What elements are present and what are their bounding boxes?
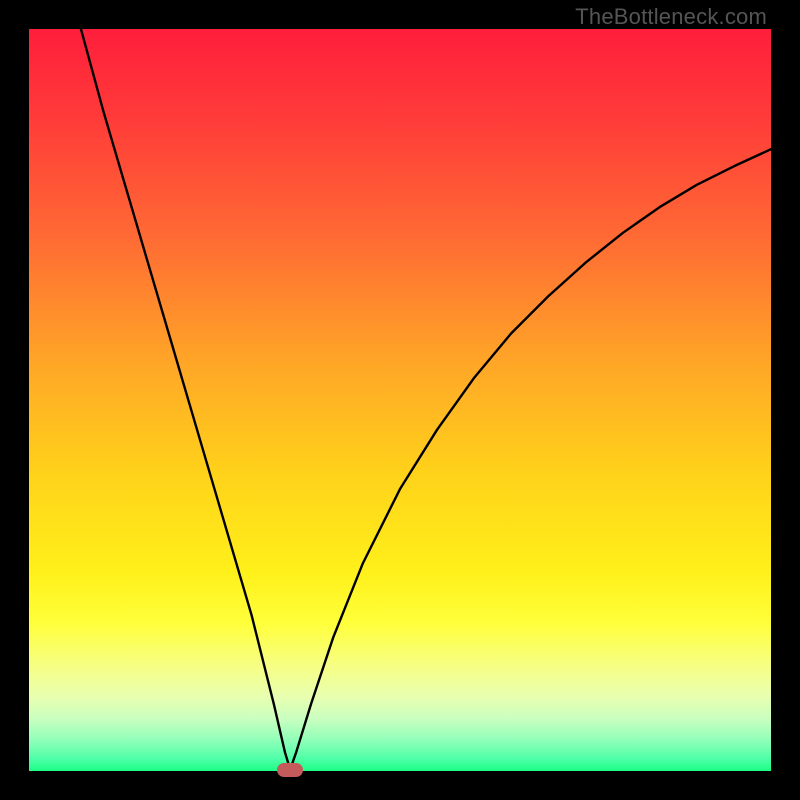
optimum-marker bbox=[277, 763, 303, 777]
chart-frame: TheBottleneck.com bbox=[0, 0, 800, 800]
plot-area bbox=[29, 29, 771, 771]
watermark-text: TheBottleneck.com bbox=[575, 4, 767, 30]
bottleneck-curve bbox=[29, 29, 771, 771]
